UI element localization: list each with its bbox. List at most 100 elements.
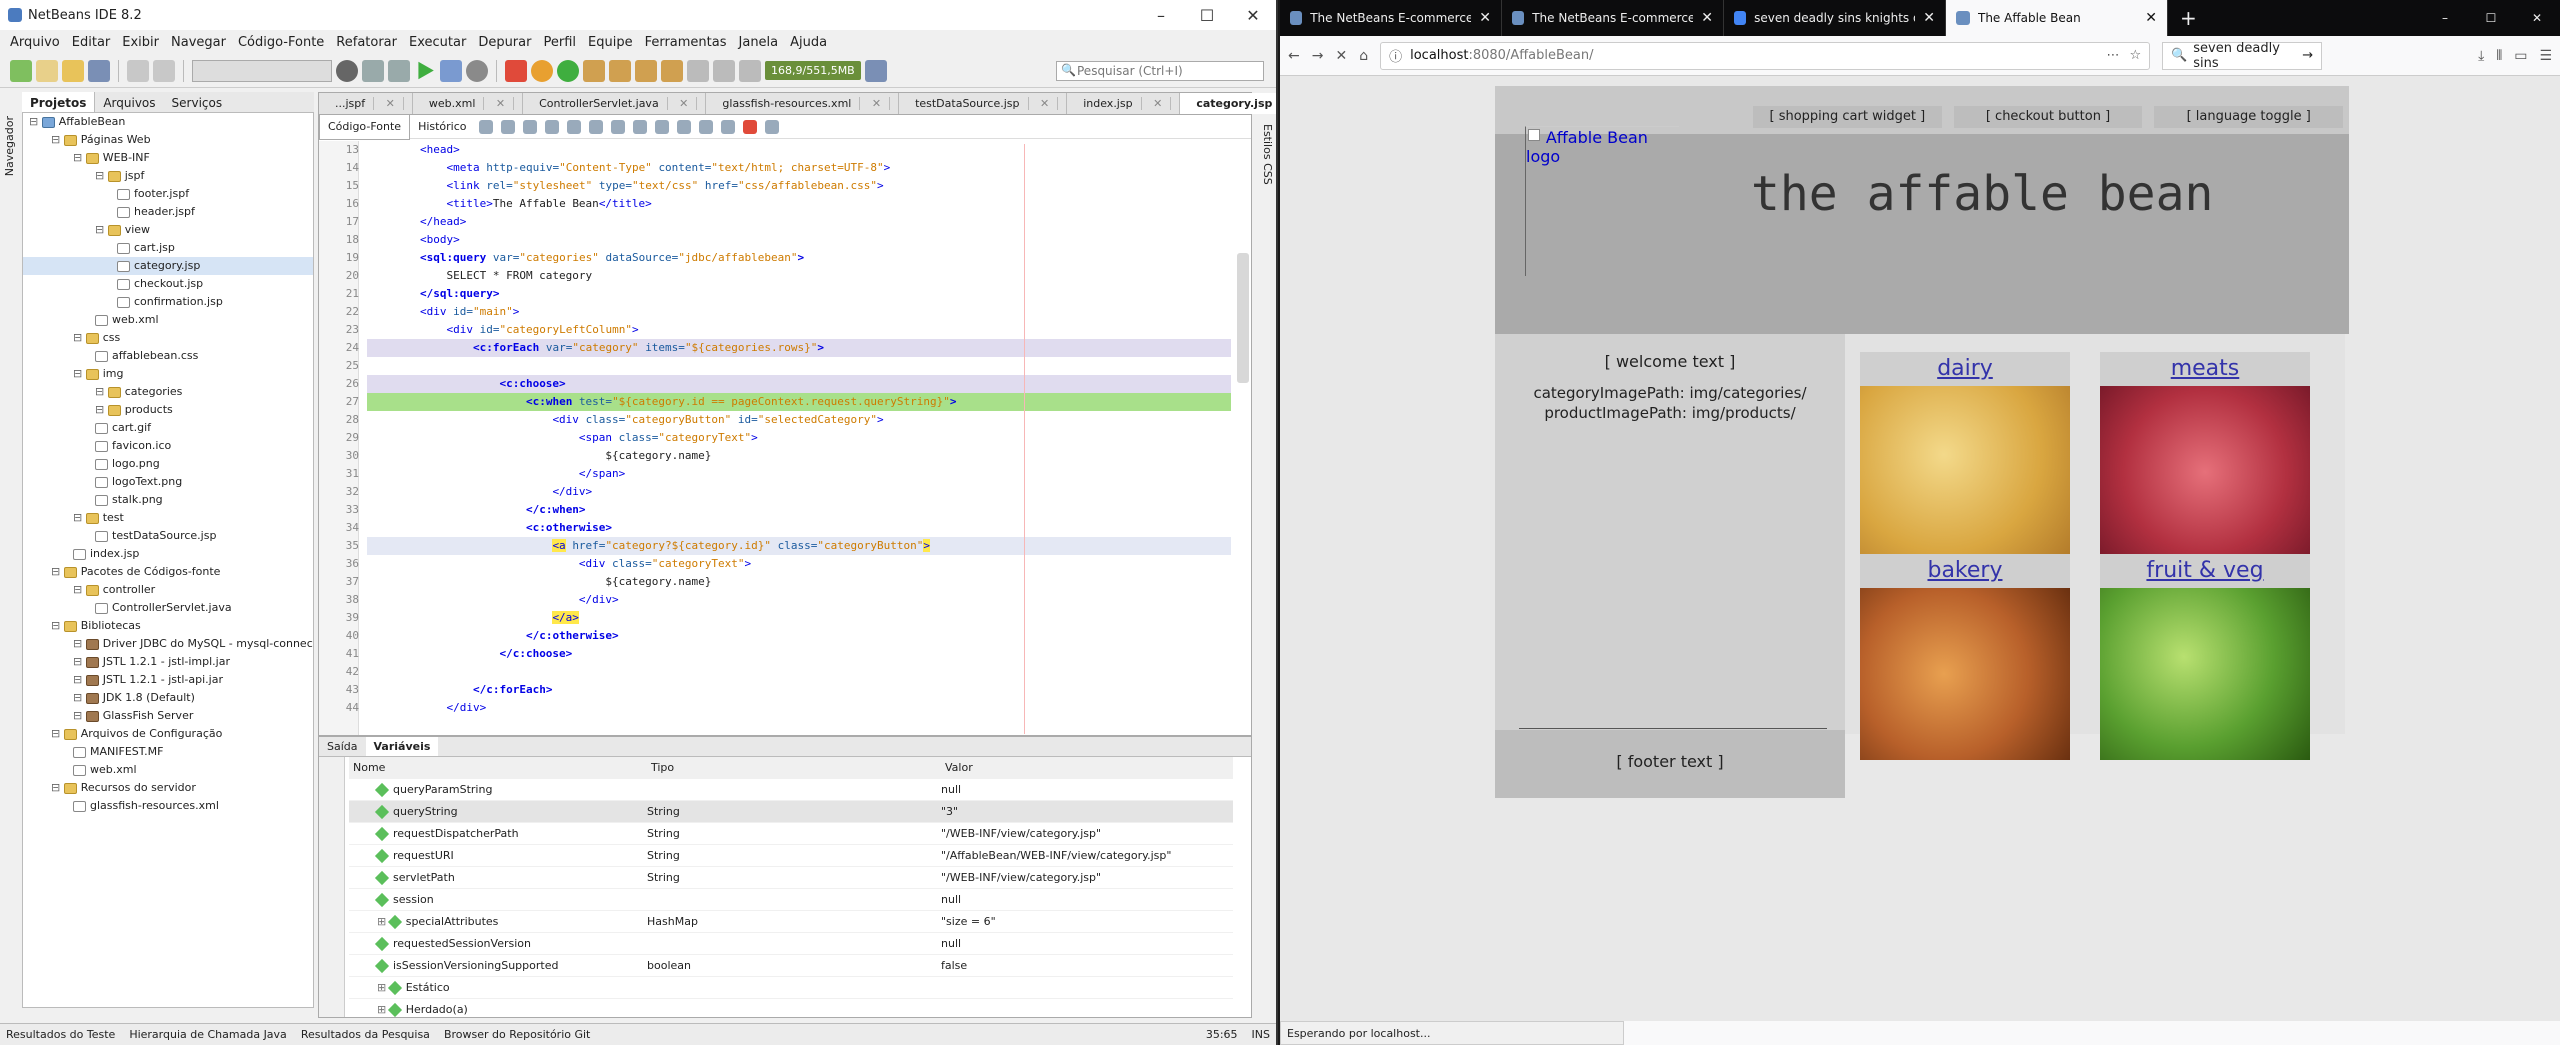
tree-node[interactable]: ⊟ JSTL 1.2.1 - jstl-impl.jar <box>23 653 313 671</box>
status-tab[interactable]: Hierarquia de Chamada Java <box>129 1028 287 1041</box>
home-icon[interactable]: ⌂ <box>1359 48 1368 64</box>
editor-tool-icon[interactable] <box>676 119 691 134</box>
continue-icon[interactable] <box>557 59 579 82</box>
editor-scrollbar[interactable] <box>1237 253 1249 383</box>
page-actions-icon[interactable]: ⋯ <box>2106 48 2119 63</box>
close-tab-icon[interactable]: ✕ <box>1923 10 1935 26</box>
minimize-icon[interactable]: – <box>2422 0 2468 36</box>
side-tab[interactable]: Arquivos <box>95 92 163 114</box>
close-tab-icon[interactable]: ✕ <box>374 97 404 110</box>
search-go-icon[interactable]: → <box>2302 48 2313 63</box>
expand-icon[interactable]: ⊟ <box>73 331 86 344</box>
expand-icon[interactable]: ⊟ <box>73 673 86 686</box>
editor-tool-icon[interactable] <box>544 119 559 134</box>
tree-node[interactable]: ⊟ Pacotes de Códigos-fonte <box>23 563 313 581</box>
code-line[interactable]: 42 <box>346 663 1231 681</box>
variable-row[interactable]: isSessionVersioningSupported boolean false <box>349 955 1233 977</box>
library-icon[interactable]: ⫴ <box>2496 48 2502 64</box>
expand-icon[interactable]: ⊟ <box>51 133 64 146</box>
editor-tool-icon[interactable] <box>764 119 779 134</box>
expand-icon[interactable]: ⊟ <box>95 169 108 182</box>
browser-search-input[interactable]: 🔍 seven deadly sins → <box>2162 41 2323 71</box>
code-line[interactable]: 44 </div> <box>346 699 1231 717</box>
editor-tab[interactable]: ControllerServlet.java ✕ <box>523 93 707 114</box>
bottom-tab[interactable]: Saída <box>319 737 366 756</box>
profile-icon[interactable] <box>466 59 488 82</box>
tree-node[interactable]: confirmation.jsp <box>23 293 313 311</box>
status-tab[interactable]: Browser do Repositório Git <box>444 1028 590 1041</box>
code-line[interactable]: 36 <div class="categoryText"> <box>346 555 1231 573</box>
tree-node[interactable]: ⊟ Páginas Web <box>23 131 313 149</box>
editor-tab[interactable]: glassfish-resources.xml ✕ <box>706 93 900 114</box>
code-line[interactable]: 13 <head> <box>346 141 1231 159</box>
menu-item[interactable]: Depurar <box>472 35 537 50</box>
code-line[interactable]: 16 <title>The Affable Bean</title> <box>346 195 1231 213</box>
browser-tab[interactable]: The NetBeans E-commerce Tut ✕ <box>1502 0 1724 36</box>
expand-icon[interactable]: ⊟ <box>73 583 86 596</box>
editor-tab[interactable]: testDataSource.jsp ✕ <box>899 93 1068 114</box>
expand-icon[interactable]: ⊟ <box>73 367 86 380</box>
variable-value[interactable]: "/WEB-INF/view/category.jsp" <box>941 867 1233 888</box>
maximize-icon[interactable]: ☐ <box>1184 6 1230 25</box>
tree-node[interactable]: cart.gif <box>23 419 313 437</box>
variable-row[interactable]: session null <box>349 889 1233 911</box>
tree-node[interactable]: web.xml <box>23 761 313 779</box>
apply-code-changes-icon[interactable] <box>713 59 735 82</box>
downloads-icon[interactable]: ⤓ <box>2478 48 2484 64</box>
expand-icon[interactable]: ⊟ <box>73 151 86 164</box>
tree-node[interactable]: ⊟ img <box>23 365 313 383</box>
code-line[interactable]: 34 <c:otherwise> <box>346 519 1231 537</box>
back-icon[interactable]: ← <box>1288 48 1300 64</box>
page-info-icon[interactable]: ⓘ <box>1389 46 1402 65</box>
expand-icon[interactable]: ⊟ <box>51 565 64 578</box>
tree-node[interactable]: ⊟ Arquivos de Configuração <box>23 725 313 743</box>
browser-tab[interactable]: seven deadly sins knights of br ✕ <box>1724 0 1946 36</box>
new-file-icon[interactable] <box>36 59 58 82</box>
forward-icon[interactable]: → <box>1312 48 1324 64</box>
variable-value[interactable] <box>941 977 1233 998</box>
tree-node[interactable]: favicon.ico <box>23 437 313 455</box>
close-tab-icon[interactable]: ✕ <box>484 97 515 110</box>
menu-item[interactable]: Refatorar <box>330 35 403 50</box>
code-editor[interactable]: ...jspf ✕ web.xml ✕ ControllerServlet.java… <box>318 92 1276 736</box>
menu-item[interactable]: Editar <box>66 35 117 50</box>
variable-row[interactable]: ⊞ specialAttributes HashMap "size = 6" <box>349 911 1233 933</box>
editor-tool-icon[interactable] <box>698 119 713 134</box>
tree-node[interactable]: affablebean.css <box>23 347 313 365</box>
variable-value[interactable]: "3" <box>941 801 1233 822</box>
code-line[interactable]: 37 ${category.name} <box>346 573 1231 591</box>
step-into-icon[interactable] <box>635 59 657 82</box>
status-tab[interactable]: Resultados da Pesquisa <box>301 1028 430 1041</box>
code-line[interactable]: 30 ${category.name} <box>346 447 1231 465</box>
expand-icon[interactable]: ⊟ <box>73 709 86 722</box>
undo-icon[interactable] <box>127 59 149 82</box>
expand-icon[interactable]: ⊟ <box>73 511 86 524</box>
close-tab-icon[interactable]: ✕ <box>1479 10 1491 26</box>
close-tab-icon[interactable]: ✕ <box>860 97 891 110</box>
menu-item[interactable]: Executar <box>403 35 472 50</box>
code-line[interactable]: 32 </div> <box>346 483 1231 501</box>
code-line[interactable]: 27 <c:when test="${category.id == pageCo… <box>346 393 1231 411</box>
tree-node[interactable]: ⊟ css <box>23 329 313 347</box>
menu-item[interactable]: Arquivo <box>4 35 66 50</box>
pause-icon[interactable] <box>531 59 553 82</box>
column-header[interactable]: Tipo <box>647 757 941 778</box>
code-line[interactable]: 25 <box>346 357 1231 375</box>
variable-value[interactable]: null <box>941 933 1233 954</box>
tree-node[interactable]: ⊟ Driver JDBC do MySQL - mysql-connector… <box>23 635 313 653</box>
tree-node[interactable]: ⊟ products <box>23 401 313 419</box>
variable-value[interactable]: null <box>941 889 1233 910</box>
editor-tab[interactable]: category.jsp ✕ <box>1180 93 1276 114</box>
maximize-icon[interactable]: ☐ <box>2468 0 2514 36</box>
editor-tab[interactable]: ...jspf ✕ <box>319 93 413 114</box>
gc-icon[interactable] <box>864 59 887 82</box>
css-styles-side-tab[interactable]: Estilos CSS <box>1258 120 1276 220</box>
category-name[interactable]: fruit & veg <box>2100 554 2310 588</box>
code-line[interactable]: 14 <meta http-equiv="Content-Type" conte… <box>346 159 1231 177</box>
code-line[interactable]: 17 </head> <box>346 213 1231 231</box>
editor-tool-icon[interactable] <box>632 119 647 134</box>
variable-row[interactable]: servletPath String "/WEB-INF/view/category… <box>349 867 1233 889</box>
code-line[interactable]: 35 <a href="category?${category.id}" cla… <box>346 537 1231 555</box>
tree-node[interactable]: glassfish-resources.xml <box>23 797 313 815</box>
memory-indicator[interactable]: 168,9/551,5MB <box>765 61 861 80</box>
